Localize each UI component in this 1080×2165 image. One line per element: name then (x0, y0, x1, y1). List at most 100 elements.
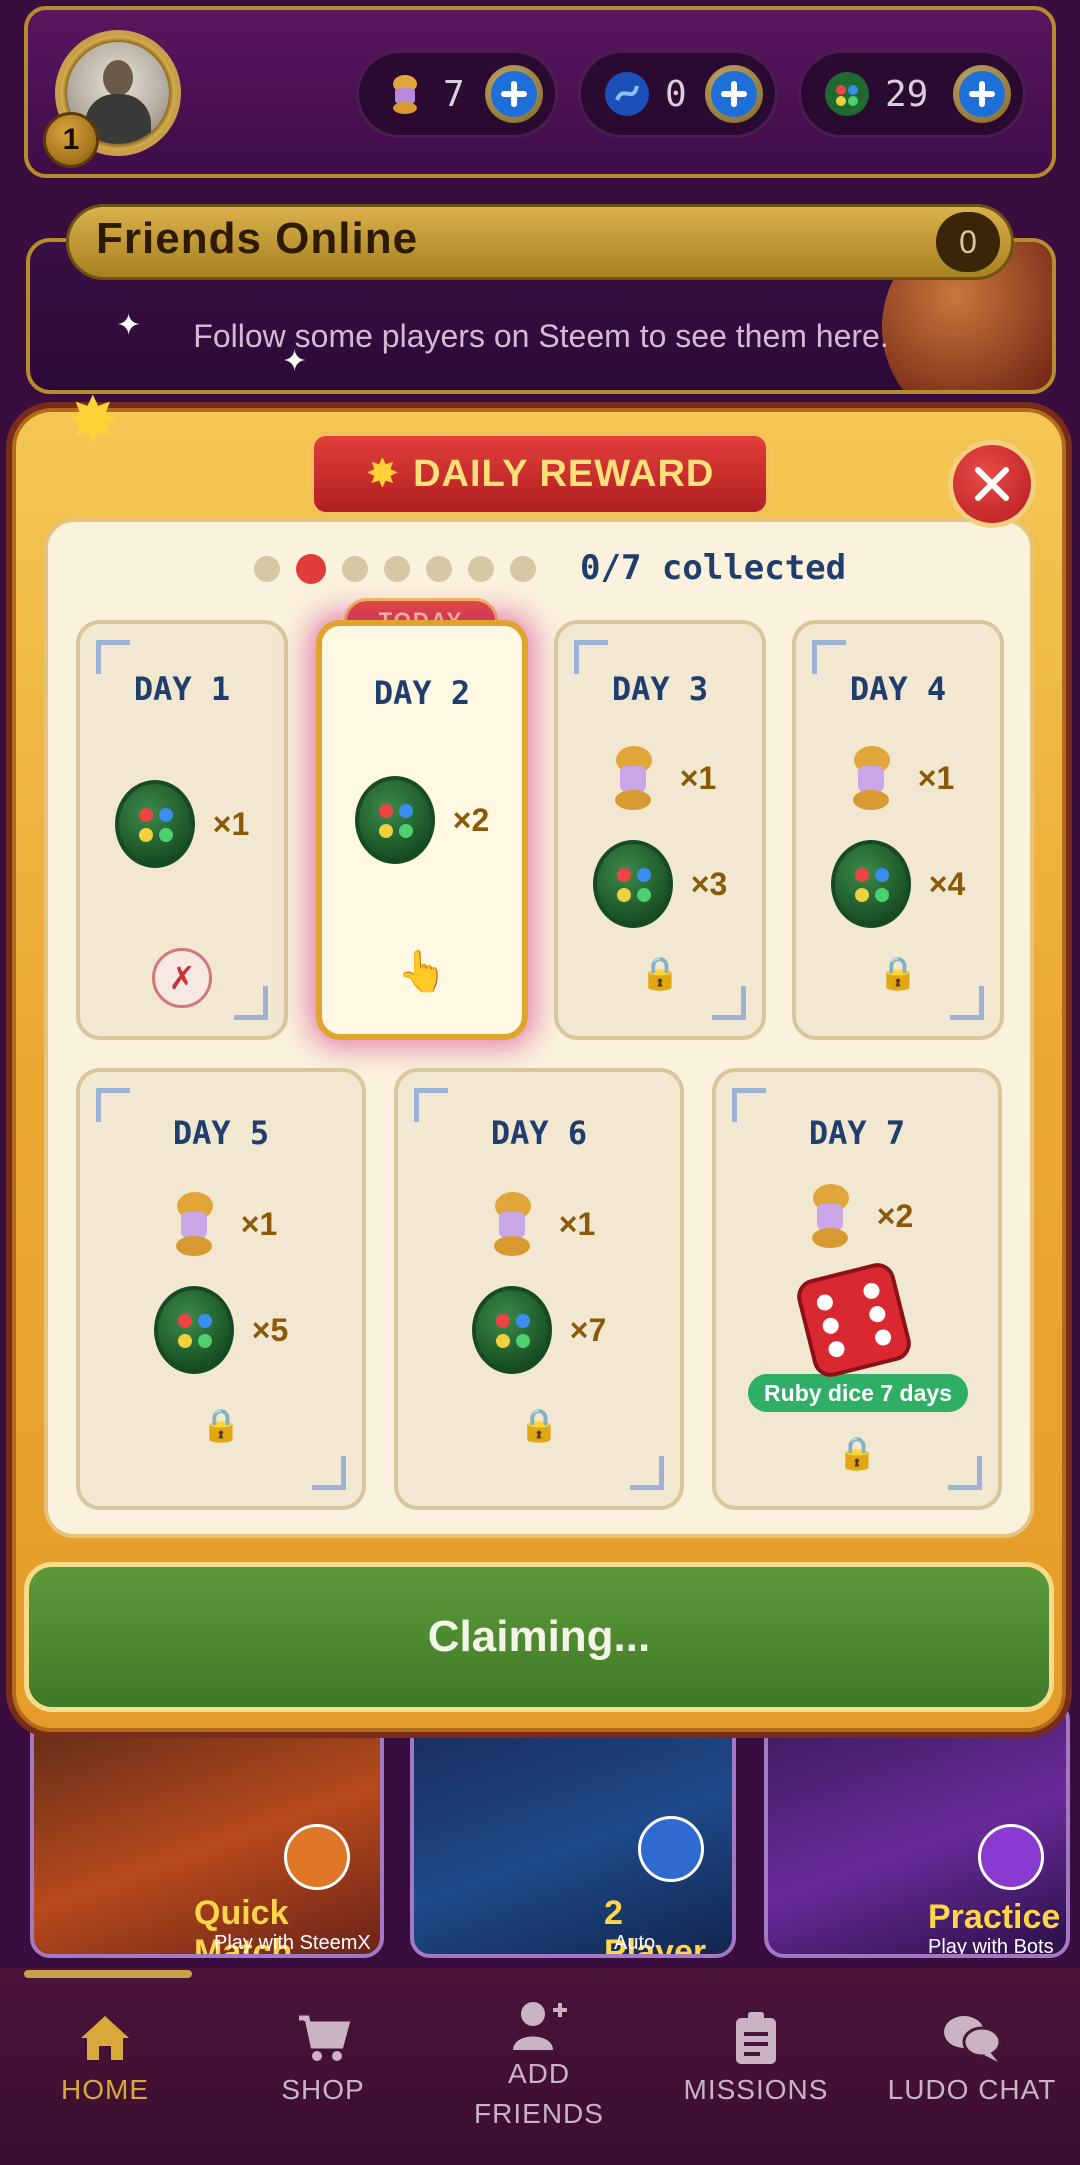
green-coin-icon (153, 1286, 234, 1374)
star-icon: ✸ (365, 451, 400, 497)
nav-label: LUDO CHAT (887, 2074, 1057, 2105)
progress-dot (384, 556, 410, 582)
mode-subtitle: Play with SteemX (214, 1932, 371, 1954)
mode-subtitle: Auto Matching (614, 1932, 656, 1954)
reward-qty: ×7 (569, 1311, 607, 1348)
ruby-dice-icon (797, 1263, 911, 1377)
green-coin-icon (114, 780, 195, 868)
progress-dot (510, 556, 536, 582)
progress-dot (342, 556, 368, 582)
trophy-cup-icon (811, 1184, 849, 1248)
collected-count: 0/7 collected (580, 548, 847, 588)
green-coin-icon (354, 776, 435, 864)
reward-qty: ×2 (876, 1197, 914, 1234)
nav-missions[interactable]: MISSIONS (676, 2010, 836, 2106)
person-icon (978, 1824, 1044, 1890)
add-friend-icon (513, 2002, 567, 2050)
day-label: DAY 5 (172, 1114, 270, 1152)
nav-label: SHOP (281, 2074, 365, 2105)
currency-coins: 29 (798, 50, 1026, 138)
green-coin-icon (830, 840, 911, 928)
day-card-3[interactable]: DAY 3 ×1 ×3 🔒 (554, 620, 766, 1040)
clipboard-icon (736, 2012, 776, 2064)
plus-icon (711, 71, 757, 117)
cart-icon (299, 2015, 351, 2061)
reward-row: ×2 (716, 1178, 998, 1254)
chat-icon (944, 2016, 1002, 2062)
progress-dot (426, 556, 452, 582)
friends-empty-message: Follow some players on Steem to see them… (193, 318, 889, 354)
missed-icon: ✗ (152, 948, 212, 1008)
day-card-1[interactable]: DAY 1 ×1 ✗ (76, 620, 288, 1040)
day-card-2[interactable]: DAY 2 ×2 👆 (316, 620, 528, 1040)
green-coin-icon (825, 72, 869, 116)
day-card-4[interactable]: DAY 4 ×1 ×4 🔒 (792, 620, 1004, 1040)
nav-label: MISSIONS (683, 2074, 829, 2105)
reward-row: ×1 (80, 1186, 362, 1262)
blue-gem-icon (605, 72, 649, 116)
reward-row: ×4 (796, 840, 1000, 928)
reward-qty: ×1 (679, 759, 717, 796)
users-icon (638, 1816, 704, 1882)
home-icon (81, 2016, 129, 2060)
friends-title: Friends Online (96, 214, 419, 263)
trophy-cup-icon (493, 1192, 531, 1256)
day-label: DAY 2 (373, 674, 471, 712)
plus-icon (491, 71, 537, 117)
reward-qty: ×2 (452, 801, 490, 838)
nav-label: ADD FRIENDS (474, 2058, 604, 2129)
day-label: DAY 1 (133, 670, 231, 708)
modal-title: DAILY REWARD (413, 452, 715, 495)
trophy-cup-icon (852, 746, 890, 810)
add-gems-button[interactable] (705, 65, 763, 123)
add-coins-button[interactable] (953, 65, 1011, 123)
lock-icon: 🔒 (519, 1406, 559, 1444)
nav-home[interactable]: HOME (40, 2010, 170, 2106)
nav-shop[interactable]: SHOP (258, 2010, 388, 2106)
nav-add-friends[interactable]: ADD FRIENDS (446, 1998, 632, 2134)
claim-button[interactable]: Claiming... (24, 1562, 1054, 1712)
reward-qty: ×3 (690, 865, 728, 902)
mode-subtitle: Play with Bots (928, 1936, 1054, 1958)
active-tab-indicator (24, 1970, 192, 1978)
trophy-cup-icon (614, 746, 652, 810)
lock-icon: 🔒 (837, 1434, 877, 1472)
trophy-cup-icon (175, 1192, 213, 1256)
close-icon (975, 467, 1009, 501)
reward-qty: ×4 (928, 865, 966, 902)
reward-qty: ×1 (212, 805, 250, 842)
add-cups-button[interactable] (485, 65, 543, 123)
currency-gems: 0 (578, 50, 778, 138)
day-card-6[interactable]: DAY 6 ×1 ×7 🔒 (394, 1068, 684, 1510)
day-card-5[interactable]: DAY 5 ×1 ×5 🔒 (76, 1068, 366, 1510)
green-coin-icon (592, 840, 673, 928)
lock-icon: 🔒 (640, 954, 680, 992)
day-label: DAY 4 (849, 670, 947, 708)
mode-card-2-player[interactable]: 2 Player Auto Matching (410, 1700, 736, 1958)
reward-row: ×5 (80, 1286, 362, 1374)
progress-dot (468, 556, 494, 582)
mode-card-quick-match[interactable]: Quick Match Play with SteemX (30, 1700, 384, 1958)
daily-reward-banner: ✸ DAILY REWARD (310, 432, 770, 516)
lock-icon: 🔒 (878, 954, 918, 992)
reward-row: ×1 (80, 780, 284, 868)
coins-value: 29 (885, 73, 929, 115)
nav-ludo-chat[interactable]: LUDO CHAT (874, 2010, 1070, 2106)
nav-label: HOME (61, 2074, 149, 2105)
reward-row: ×1 (558, 740, 762, 816)
cups-value: 7 (443, 73, 465, 115)
level-badge: 1 (43, 112, 99, 168)
close-button[interactable] (948, 440, 1036, 528)
sparkle-icon: ✦ (282, 344, 308, 379)
reward-row: ×3 (558, 840, 762, 928)
reward-row: ×2 (322, 776, 522, 864)
reward-row: ×1 (398, 1186, 680, 1262)
reward-qty: ×1 (240, 1205, 278, 1242)
mode-card-practice[interactable]: Practice Play with Bots (764, 1700, 1070, 1958)
progress-dots (254, 554, 536, 584)
friends-count-badge: 0 (936, 212, 1000, 272)
green-coin-icon (471, 1286, 552, 1374)
tap-hand-icon: 👆 (397, 949, 447, 995)
sparkle-icon: ✦ (116, 308, 142, 343)
reward-qty: ×1 (917, 759, 955, 796)
